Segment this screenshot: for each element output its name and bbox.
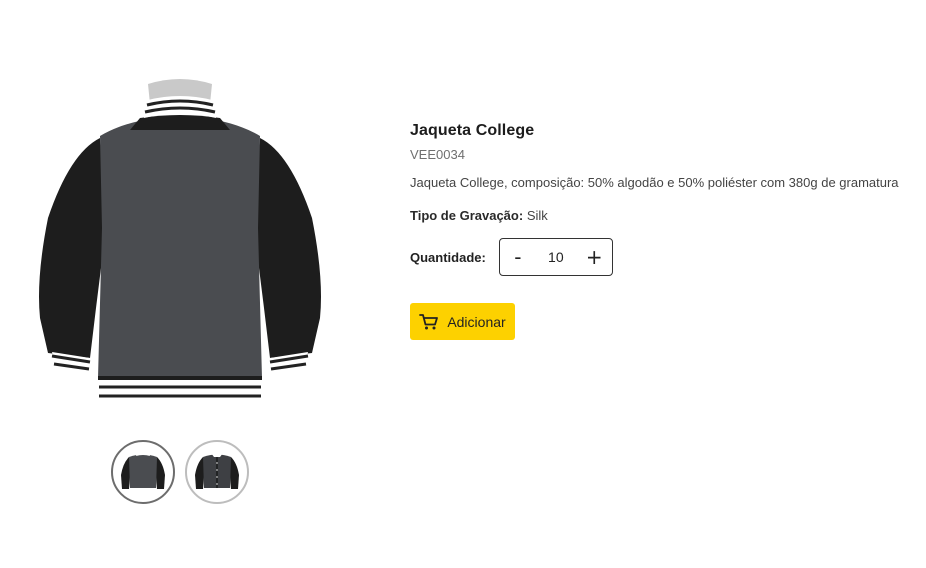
jacket-back-thumb-icon — [121, 452, 165, 492]
product-page: Jaqueta College VEE0034 Jaqueta College,… — [0, 0, 926, 568]
product-info: Jaqueta College VEE0034 Jaqueta College,… — [410, 121, 910, 340]
quantity-stepper: - + — [498, 238, 613, 276]
cart-icon — [419, 313, 439, 329]
add-to-cart-button[interactable]: Adicionar — [410, 303, 515, 340]
thumbnail-back-view[interactable] — [111, 440, 175, 504]
thumbnail-list — [111, 440, 249, 504]
engraving-value: Silk — [526, 208, 548, 223]
jacket-back-image — [39, 79, 321, 407]
quantity-label: Quantidade: — [410, 249, 486, 265]
product-description: Jaqueta College, composição: 50% algodão… — [410, 175, 899, 190]
decrement-button[interactable]: - — [510, 247, 526, 267]
increment-button[interactable]: + — [586, 247, 603, 267]
product-sku: VEE0034 — [410, 147, 465, 162]
quantity-input[interactable] — [535, 249, 576, 265]
jacket-front-thumb-icon — [195, 452, 239, 492]
engraving-label: Tipo de Gravação: — [410, 208, 524, 223]
thumbnail-front-view[interactable] — [185, 440, 249, 504]
add-to-cart-label: Adicionar — [447, 313, 506, 330]
engraving-type: Tipo de Gravação: Silk — [410, 207, 910, 225]
product-title: Jaqueta College — [410, 122, 535, 139]
quantity-row: Quantidade: - + — [410, 238, 910, 276]
product-main-image — [30, 78, 330, 413]
